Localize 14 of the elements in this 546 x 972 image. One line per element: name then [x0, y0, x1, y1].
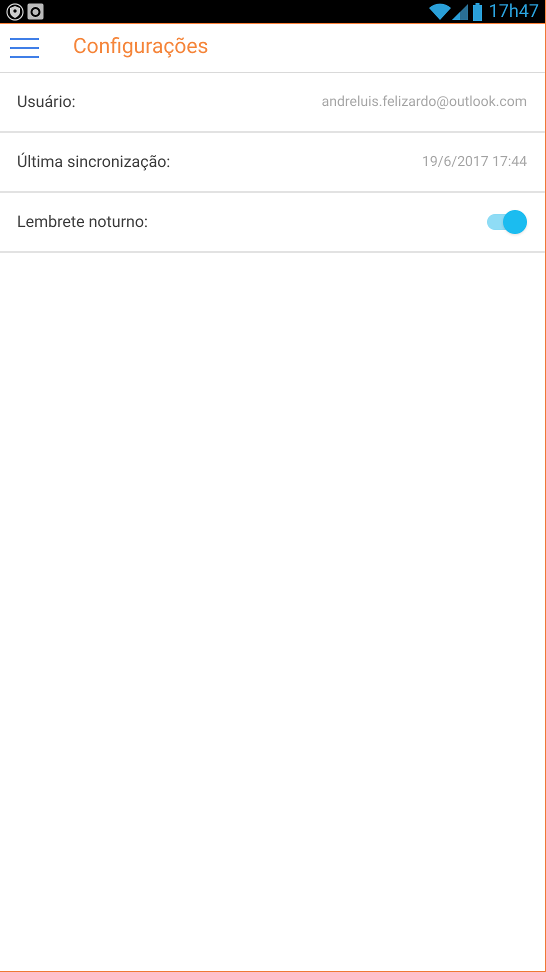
setting-label: Usuário: [17, 91, 76, 113]
setting-value: andreluis.felizardo@outlook.com [322, 92, 527, 112]
status-time: 17h47 [488, 2, 539, 20]
setting-label: Última sincronização: [17, 151, 170, 173]
shield-icon [6, 2, 24, 20]
wifi-icon [428, 3, 451, 20]
toggle-switch[interactable] [485, 210, 527, 234]
menu-icon[interactable] [10, 38, 39, 58]
signal-icon [452, 3, 468, 20]
camera-icon [27, 3, 44, 20]
setting-value: 19/6/2017 17:44 [422, 152, 527, 172]
setting-label: Lembrete noturno: [17, 211, 148, 233]
page-title: Configurações [73, 34, 208, 62]
battery-icon [472, 2, 482, 20]
